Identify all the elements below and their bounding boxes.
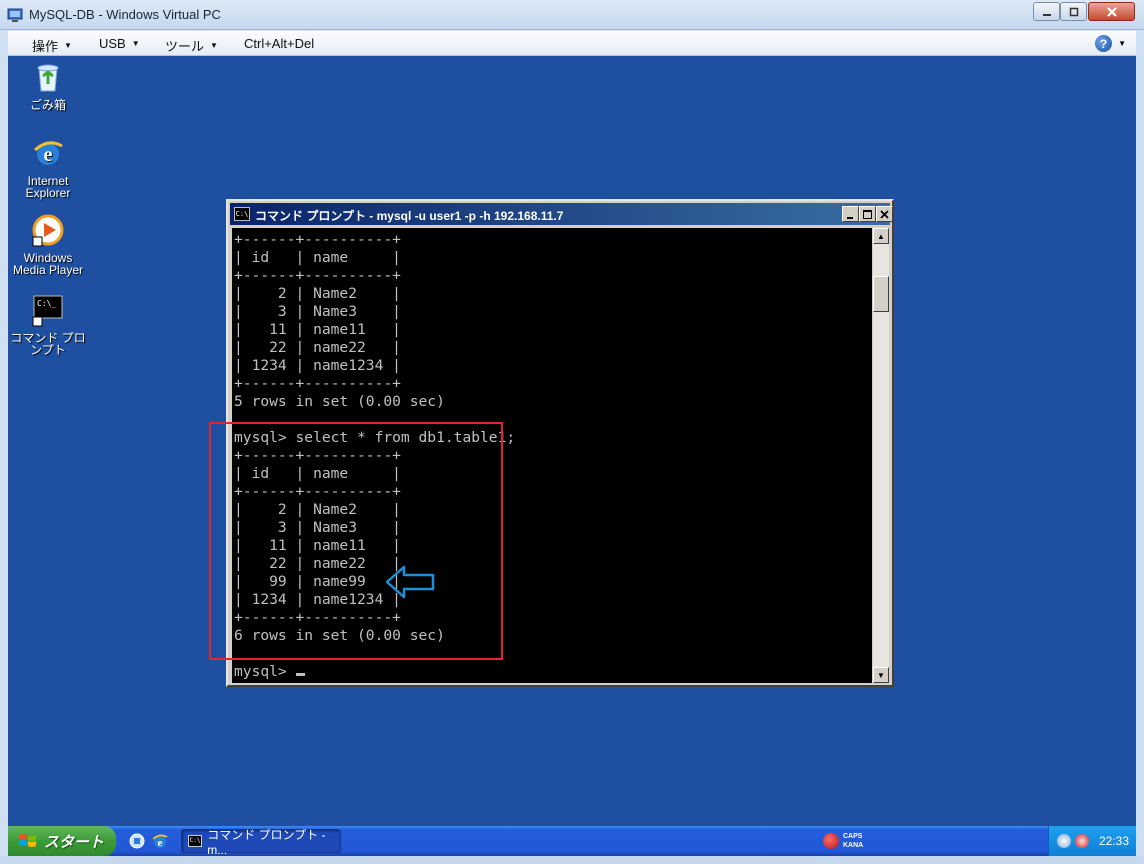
windows-logo-icon [19,834,36,847]
vertical-scrollbar[interactable]: ▲ ▼ [873,228,889,683]
ime-icon[interactable] [823,833,839,849]
desktop-icon-recycle-bin[interactable]: ごみ箱 [8,60,88,111]
desktop-icon-label: ごみ箱 [29,98,66,112]
console-line: +------+----------+ [234,267,401,284]
scroll-down-button[interactable]: ▼ [873,667,889,683]
desktop-icon-label: Internet Explorer [25,174,71,200]
show-desktop-icon[interactable] [128,832,146,850]
desktop-icon-label: コマンド プロンプト [10,331,86,357]
clock: 22:33 [1099,834,1130,848]
command-prompt-title: コマンド プロンプト - mysql -u user1 -p -h 192.16… [255,209,564,223]
host-menubar: 操作 ▼ USB ▼ ツール ▼ Ctrl+Alt+Del ? ▼ [8,31,1136,56]
virtual-pc-icon [7,8,23,22]
chevron-down-icon: ▼ [210,41,218,50]
console-line: | id | name | [234,249,401,266]
console-line: | 22 | name22 | [234,339,401,356]
restore-icon [1069,7,1078,16]
scroll-up-button[interactable]: ▲ [873,228,889,244]
desktop-icon-command-prompt[interactable]: C:\_ コマンド プロンプト [8,293,88,356]
caps-indicator: CAPS [843,833,863,840]
taskbar-button-command-prompt[interactable]: C:\ コマンド プロンプト - m... [181,828,341,857]
menu-ctrl-alt-del[interactable]: Ctrl+Alt+Del [244,36,314,51]
kana-indicator: KANA [843,842,864,849]
menu-action[interactable]: 操作 ▼ [32,36,72,55]
console-line: 5 rows in set (0.00 sec) [234,393,445,410]
ime-modes: CAPS KANA [843,832,863,850]
command-prompt-icon: C:\_ [32,295,63,327]
host-window-title: MySQL-DB - Windows Virtual PC [29,7,221,22]
menu-tools-label: ツール [165,39,205,54]
guest-desktop: ごみ箱 e Internet Explorer Windows Media Pl… [8,56,1136,826]
chevron-down-icon: ▼ [131,39,140,48]
start-button[interactable]: スタート [8,826,116,856]
highlight-box [209,422,503,660]
desktop-icon-label: Windows Media Player [12,251,84,277]
console-line: +------+----------+ [234,231,401,248]
menu-usb[interactable]: USB ▼ [99,36,140,51]
internet-explorer-icon: e [33,141,63,166]
maximize-button[interactable] [859,206,876,222]
console-line: +------+----------+ [234,375,401,392]
scroll-thumb[interactable] [873,276,889,312]
console-line: mysql> [234,663,515,681]
windows-media-player-icon [32,214,64,247]
desktop-icon-internet-explorer[interactable]: e Internet Explorer [8,136,88,199]
desktop-icon-windows-media-player[interactable]: Windows Media Player [8,213,88,276]
svg-text:e: e [44,144,53,166]
menu-action-label: 操作 [32,39,59,54]
restore-button[interactable] [1060,2,1087,21]
close-icon [880,209,889,219]
host-window-border [0,856,1144,864]
menu-tools[interactable]: ツール ▼ [165,36,218,55]
console-line: | 2 | Name2 | [234,285,401,302]
text-cursor [295,673,305,676]
command-prompt-icon: C:\ [234,207,250,221]
minimize-icon [847,216,853,219]
maximize-icon [863,209,872,219]
taskbar-button-label: コマンド プロンプト - m... [207,827,326,857]
console-line: | 1234 | name1234 | [234,357,401,374]
command-prompt-titlebar[interactable]: C:\ コマンド プロンプト - mysql -u user1 -p -h 19… [230,203,893,225]
chevron-down-icon[interactable]: ▼ [1118,39,1126,48]
recycle-bin-icon [37,64,59,92]
chevron-down-icon: ▼ [64,41,72,50]
internet-explorer-icon[interactable]: e [151,832,169,850]
menu-ctrl-alt-del-label: Ctrl+Alt+Del [244,36,315,51]
taskbar: スタート e C:\ コマンド プロンプト - m... CAPS KANA 2… [8,826,1136,857]
minimize-button[interactable] [842,206,859,222]
console-line: | 3 | Name3 | [234,303,401,320]
security-alert-icon[interactable] [1075,834,1089,848]
minimize-button[interactable] [1033,2,1060,21]
close-button[interactable] [1088,2,1135,21]
close-icon [1106,6,1117,17]
svg-text:e: e [158,837,163,849]
start-label: スタート [44,833,105,851]
command-prompt-icon: C:\ [188,835,203,847]
minimize-icon [1042,13,1051,16]
network-icon[interactable] [1057,834,1071,848]
host-titlebar: MySQL-DB - Windows Virtual PC [0,0,1144,30]
close-button[interactable] [876,206,893,222]
system-tray: 22:33 [1048,826,1136,856]
left-arrow-annotation-icon [385,565,435,599]
help-icon[interactable]: ? [1095,35,1112,52]
menu-usb-label: USB [99,36,126,51]
ime-bar[interactable]: CAPS KANA [823,829,893,853]
console-line: | 11 | name11 | [234,321,401,338]
svg-text:C:\_: C:\_ [37,299,56,308]
